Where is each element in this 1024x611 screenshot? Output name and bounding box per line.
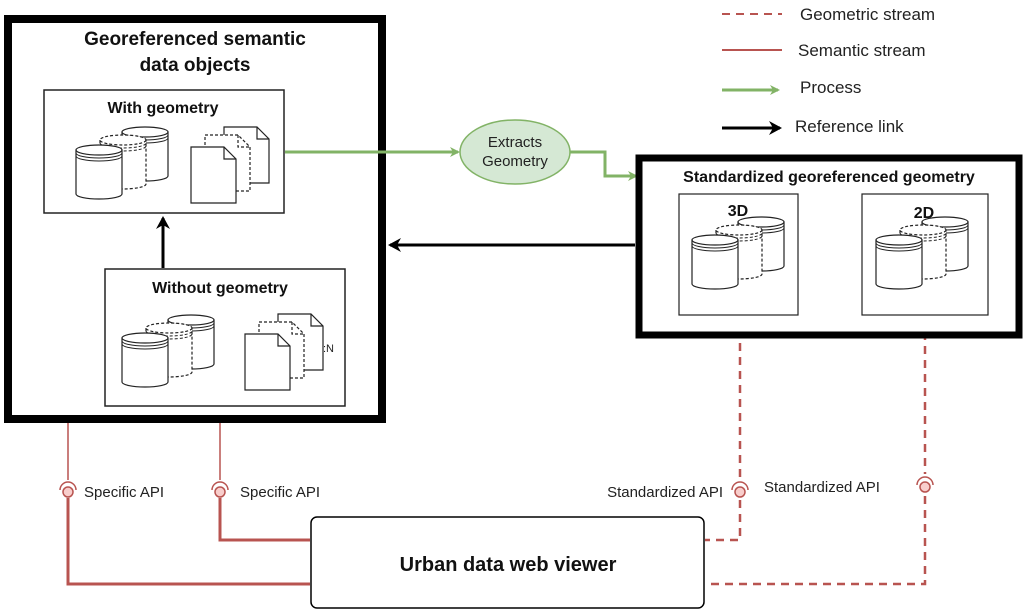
api-socket-icon xyxy=(731,481,749,498)
viewer-label: Urban data web viewer xyxy=(400,554,617,576)
with-geometry-label: With geometry xyxy=(108,100,219,117)
legend: Geometric stream Semantic stream Process… xyxy=(722,5,935,136)
legend-geometric-stream: Geometric stream xyxy=(800,5,935,24)
extracts-geometry-process[interactable] xyxy=(459,119,571,185)
api-socket-icon xyxy=(59,481,77,498)
process-label-1: Extracts xyxy=(488,134,542,151)
geometry-box-title: Standardized georeferenced geometry xyxy=(683,169,975,186)
architecture-diagram: Geometric stream Semantic stream Process… xyxy=(4,5,1023,609)
standardized-api-label-1: Standardized API xyxy=(607,484,723,501)
specific-api-label-1: Specific API xyxy=(84,484,164,501)
semantic-box-title-2: data objects xyxy=(140,55,251,76)
api-socket-icon xyxy=(916,476,934,493)
specific-api-label-2: Specific API xyxy=(240,484,320,501)
legend-semantic-stream: Semantic stream xyxy=(798,41,926,60)
process-arrow-to-geometry xyxy=(570,150,638,181)
semantic-box-title-1: Georeferenced semantic xyxy=(84,29,306,50)
legend-reference-link: Reference link xyxy=(795,117,904,136)
api-socket-icon xyxy=(211,481,229,498)
process-label-2: Geometry xyxy=(482,153,548,170)
geometry-3d-label: 3D xyxy=(728,203,748,220)
cardinality-label: :N xyxy=(323,343,334,355)
standardized-api-label-2: Standardized API xyxy=(764,479,880,496)
legend-process: Process xyxy=(800,78,861,97)
without-geometry-label: Without geometry xyxy=(152,280,288,297)
geometric-streams xyxy=(705,315,927,586)
